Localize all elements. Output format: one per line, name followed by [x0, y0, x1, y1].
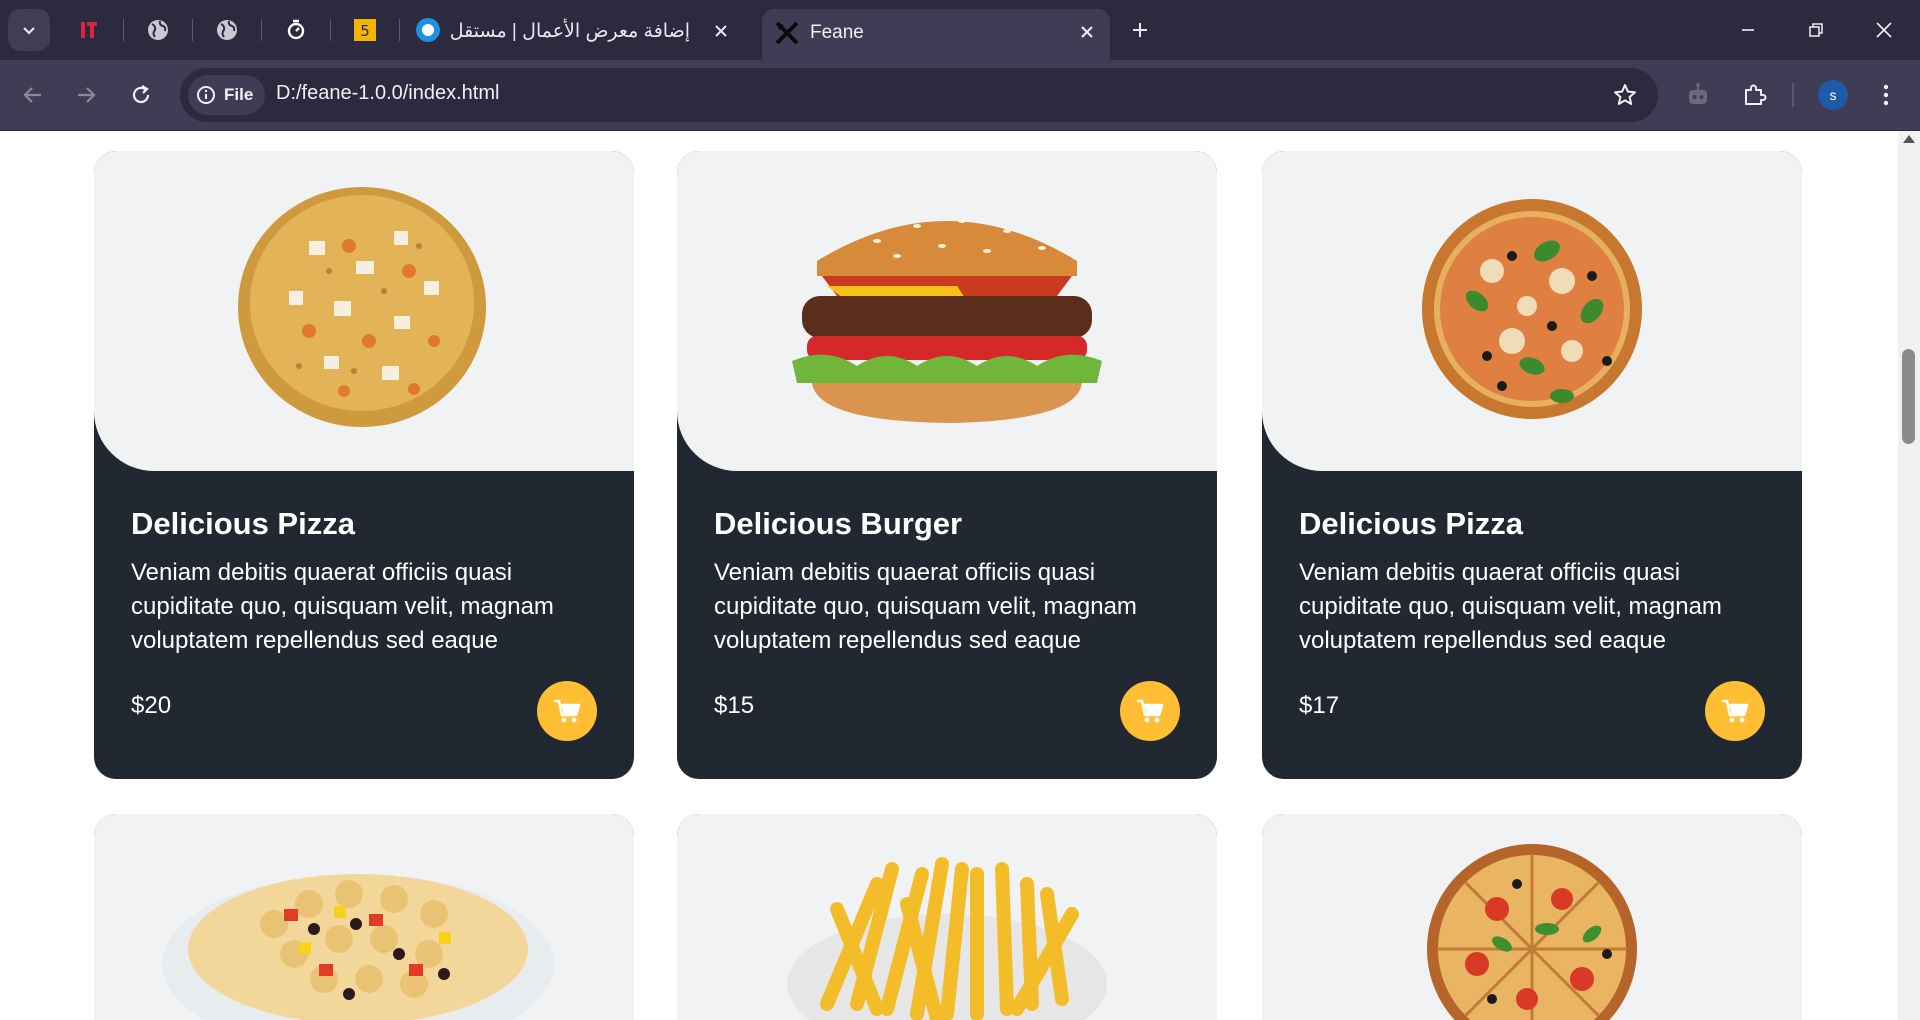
- cart-icon: [554, 699, 581, 723]
- pizza-image: [238, 187, 486, 427]
- feane-favicon-icon: [775, 21, 799, 45]
- food-image-box: [1262, 151, 1802, 471]
- close-icon: [1081, 26, 1093, 38]
- tab-feane[interactable]: Feane: [762, 9, 1110, 60]
- food-image-box: [1262, 814, 1802, 1020]
- food-image-box: [677, 814, 1217, 1020]
- item-title: Delicious Pizza: [1299, 506, 1523, 541]
- page-scrollbar[interactable]: [1898, 131, 1920, 1020]
- plus-icon: [1133, 23, 1147, 37]
- chevron-down-icon: [23, 27, 35, 35]
- tab-strip: 5 إضافة معرض الأعمال | مستقل Feane: [0, 0, 1920, 60]
- scroll-up-arrow-icon[interactable]: [1903, 135, 1915, 143]
- pinned-tab-circle[interactable]: [414, 14, 442, 46]
- html5-icon: 5: [354, 19, 376, 41]
- scheme-label: File: [224, 85, 254, 104]
- khamsat-icon: [81, 22, 97, 38]
- item-price: $17: [1299, 692, 1340, 719]
- arrow-right-icon: [78, 87, 96, 103]
- tab-close-button[interactable]: [1074, 19, 1100, 45]
- burger-image: [792, 219, 1102, 423]
- pinned-tab-khamsat[interactable]: [75, 14, 103, 46]
- item-title: Delicious Pizza: [131, 506, 355, 541]
- add-to-cart-button[interactable]: [1705, 681, 1765, 741]
- minimize-icon: [1742, 29, 1754, 31]
- menu-card: [677, 814, 1217, 1020]
- minimize-button[interactable]: [1726, 8, 1770, 52]
- menu-card: [1262, 814, 1802, 1020]
- browser-toolbar: File D:/feane-1.0.0/index.html s: [0, 60, 1920, 131]
- tab-close-button[interactable]: [708, 18, 734, 44]
- item-description: Veniam debitis quaerat officiis quasi cu…: [131, 559, 554, 654]
- back-button[interactable]: [13, 75, 53, 115]
- item-price: $20: [131, 692, 172, 719]
- cart-icon: [1137, 699, 1164, 723]
- forward-button[interactable]: [66, 75, 106, 115]
- menu-card: Delicious Burger Veniam debitis quaerat …: [677, 151, 1217, 779]
- pizza-image: [1422, 199, 1642, 419]
- close-window-button[interactable]: [1862, 8, 1906, 52]
- add-to-cart-button[interactable]: [537, 681, 597, 741]
- pinned-tab-html5[interactable]: 5: [351, 14, 379, 46]
- tab-title: إضافة معرض الأعمال | مستقل: [449, 20, 690, 42]
- clock-icon: [287, 19, 305, 40]
- menu-card: [94, 814, 634, 1020]
- tab-title: Feane: [810, 22, 864, 43]
- fries-image: [787, 857, 1107, 1020]
- tab-search-button[interactable]: [8, 9, 50, 51]
- robot-icon: [1689, 83, 1707, 104]
- page-viewport: Delicious Pizza Veniam debitis quaerat o…: [0, 131, 1898, 1020]
- reload-icon: [132, 85, 150, 104]
- menu-card: Delicious Pizza Veniam debitis quaerat o…: [1262, 151, 1802, 779]
- food-image-box: [94, 151, 634, 471]
- info-icon: [197, 86, 215, 104]
- cart-icon: [1722, 699, 1749, 723]
- globe-icon: [217, 20, 237, 40]
- circle-o-icon: [416, 18, 440, 42]
- pinned-tab-clock[interactable]: [282, 14, 310, 46]
- food-image-box: [677, 151, 1217, 471]
- item-price: $15: [714, 692, 755, 719]
- puzzle-icon: [1745, 84, 1767, 105]
- close-icon: [715, 25, 727, 37]
- item-title: Delicious Burger: [714, 506, 963, 541]
- arrow-left-icon: [23, 87, 41, 103]
- new-tab-button[interactable]: [1124, 14, 1156, 46]
- extensions-button[interactable]: [1734, 75, 1774, 115]
- add-to-cart-button[interactable]: [1120, 681, 1180, 741]
- address-bar[interactable]: File D:/feane-1.0.0/index.html: [180, 68, 1658, 122]
- pinned-tab-globe-1[interactable]: [144, 14, 172, 46]
- reload-button[interactable]: [121, 75, 161, 115]
- globe-icon: [148, 20, 168, 40]
- kebab-menu-icon: [1883, 84, 1889, 106]
- item-description: Veniam debitis quaerat officiis quasi cu…: [714, 559, 1137, 654]
- restore-icon: [1809, 23, 1823, 37]
- bookmark-star-button[interactable]: [1610, 80, 1640, 110]
- site-info-chip[interactable]: File: [188, 75, 266, 115]
- pizza-image: [1427, 844, 1637, 1020]
- pinned-tab-globe-2[interactable]: [213, 14, 241, 46]
- scrollbar-thumb[interactable]: [1902, 349, 1915, 444]
- url-text[interactable]: D:/feane-1.0.0/index.html: [276, 82, 499, 105]
- extension-robot-button[interactable]: [1678, 75, 1718, 115]
- star-icon: [1614, 84, 1636, 105]
- profile-avatar[interactable]: s: [1818, 80, 1848, 110]
- svg-text:5: 5: [360, 22, 370, 40]
- tab-mostaql[interactable]: إضافة معرض الأعمال | مستقل: [450, 12, 740, 50]
- food-image-box: [94, 814, 634, 1020]
- browser-menu-button[interactable]: [1866, 75, 1906, 115]
- item-description: Veniam debitis quaerat officiis quasi cu…: [1299, 559, 1722, 654]
- pasta-image: [162, 874, 554, 1020]
- close-icon: [1876, 22, 1892, 38]
- restore-button[interactable]: [1794, 8, 1838, 52]
- menu-card: Delicious Pizza Veniam debitis quaerat o…: [94, 151, 634, 779]
